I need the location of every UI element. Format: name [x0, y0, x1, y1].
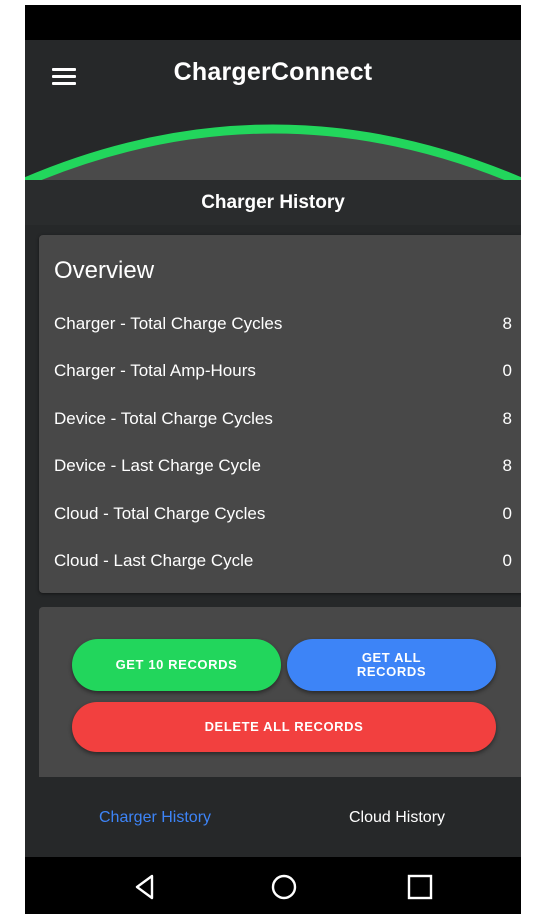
- overview-row-cloud-last-cycle: Cloud - Last Charge Cycle 0: [54, 551, 512, 575]
- overview-row-charger-amp-hours: Charger - Total Amp-Hours 0: [54, 361, 512, 385]
- status-bar: [25, 5, 521, 40]
- overview-row-label: Cloud - Total Charge Cycles: [54, 504, 266, 523]
- nav-back-icon[interactable]: [129, 871, 161, 903]
- overview-row-value: 0: [502, 361, 512, 380]
- nav-home-icon[interactable]: [268, 871, 300, 903]
- overview-row-value: 8: [502, 314, 512, 333]
- overview-row-cloud-total-cycles: Cloud - Total Charge Cycles 0: [54, 504, 512, 528]
- overview-card: Overview Charger - Total Charge Cycles 8…: [39, 235, 521, 593]
- bottom-tab-bar: Charger History Cloud History: [25, 777, 521, 857]
- section-header: Charger History: [25, 180, 521, 225]
- overview-row-value: 0: [502, 551, 512, 570]
- overview-row-device-total-cycles: Device - Total Charge Cycles 8: [54, 409, 512, 433]
- overview-row-charger-total-cycles: Charger - Total Charge Cycles 8: [54, 314, 512, 338]
- overview-row-label: Device - Total Charge Cycles: [54, 409, 273, 428]
- header-arc-decoration: [25, 124, 521, 180]
- get-all-records-label-line2: RECORDS: [356, 664, 427, 679]
- section-title: Charger History: [201, 192, 345, 213]
- get-10-records-button[interactable]: GET 10 RECORDS: [72, 639, 281, 691]
- overview-title: Overview: [54, 257, 155, 284]
- tab-charger-history[interactable]: Charger History: [99, 809, 211, 827]
- overview-row-value: 0: [502, 504, 512, 523]
- get-all-records-label-line1: GET ALL: [361, 650, 422, 665]
- overview-row-device-last-cycle: Device - Last Charge Cycle 8: [54, 456, 512, 480]
- overview-row-value: 8: [502, 409, 512, 428]
- get-all-records-button[interactable]: GET ALL RECORDS: [287, 639, 496, 691]
- app-screen: ChargerConnect Charger History Overview …: [25, 5, 521, 914]
- app-bar: ChargerConnect: [25, 40, 521, 180]
- overview-row-label: Cloud - Last Charge Cycle: [54, 551, 254, 570]
- delete-all-records-button[interactable]: DELETE ALL RECORDS: [72, 702, 496, 752]
- nav-recents-icon[interactable]: [404, 871, 436, 903]
- overview-row-label: Charger - Total Amp-Hours: [54, 361, 256, 380]
- system-nav-bar: [25, 857, 521, 914]
- overview-row-label: Charger - Total Charge Cycles: [54, 314, 283, 333]
- app-title: ChargerConnect: [173, 58, 373, 86]
- overview-row-label: Device - Last Charge Cycle: [54, 456, 261, 475]
- actions-card: GET 10 RECORDS GET ALL RECORDS DELETE AL…: [39, 607, 521, 777]
- tab-cloud-history[interactable]: Cloud History: [349, 809, 445, 827]
- overview-row-value: 8: [502, 456, 512, 475]
